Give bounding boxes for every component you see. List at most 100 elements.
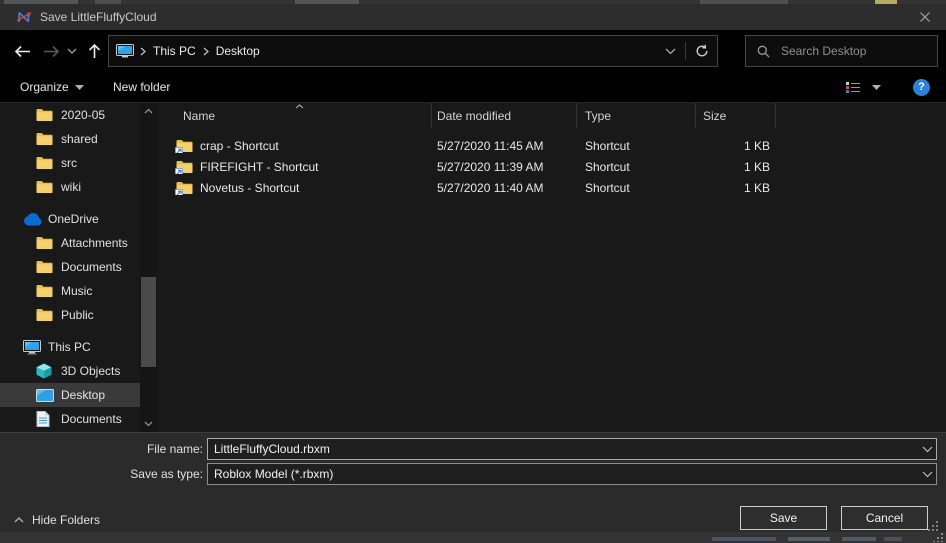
new-folder-button[interactable]: New folder [113, 72, 170, 102]
breadcrumb-desktop[interactable]: Desktop [209, 44, 267, 58]
save-as-type-label: Save as type: [13, 463, 203, 485]
help-button[interactable]: ? [913, 72, 930, 102]
new-folder-label: New folder [113, 80, 170, 94]
file-name-input[interactable] [207, 438, 937, 460]
scrollbar-thumb[interactable] [141, 277, 156, 367]
column-header-label: Date modified [437, 109, 511, 123]
shortcut-arrow-badge [175, 147, 183, 153]
column-header-size[interactable]: Size [696, 103, 776, 128]
search-icon [757, 45, 770, 58]
file-row-crap-shortcut[interactable]: crap - Shortcut 5/27/2020 11:45 AM Short… [160, 135, 776, 156]
hide-folders-label: Hide Folders [32, 513, 100, 527]
details-view-icon[interactable] [845, 72, 861, 102]
organize-button[interactable]: Organize [20, 72, 84, 102]
sidebar-item-documents[interactable]: Documents [0, 407, 141, 431]
combo-chevron-icon[interactable] [922, 446, 933, 453]
refresh-icon[interactable] [695, 44, 709, 58]
computer-icon [116, 44, 134, 58]
background-window-fragment [884, 537, 902, 541]
sidebar-item-label: OneDrive [48, 212, 99, 226]
save-button-label: Save [770, 511, 797, 525]
sidebar-scrollbar[interactable] [140, 103, 157, 432]
resize-grip-icon [933, 533, 944, 542]
column-header-label: Type [585, 109, 611, 123]
column-header-row: Name Date modified Type Size [160, 103, 777, 128]
sidebar-item-label: 2020-05 [61, 108, 105, 122]
file-size: 1 KB [696, 160, 776, 174]
close-button[interactable] [904, 4, 946, 30]
scroll-up-icon[interactable] [144, 108, 153, 114]
command-toolbar: Organize New folder ? [0, 72, 946, 103]
cancel-button-label: Cancel [866, 511, 903, 525]
footer: File name: Save as type: Roblox Model (*… [0, 432, 946, 532]
folder-icon [36, 180, 56, 194]
sidebar-item-onedrive[interactable]: OneDrive [0, 207, 141, 231]
search-box[interactable] [745, 35, 938, 67]
view-dropdown-icon[interactable] [872, 72, 881, 102]
folder-icon [36, 132, 56, 146]
sidebar-item-music[interactable]: Music [0, 279, 141, 303]
sidebar-item-wiki[interactable]: wiki [0, 175, 141, 199]
sidebar-item-src[interactable]: src [0, 151, 141, 175]
sidebar-item-label: Attachments [61, 236, 128, 250]
3d-objects-icon [36, 363, 56, 379]
search-input[interactable] [779, 43, 933, 59]
breadcrumb-this-pc[interactable]: This PC [146, 44, 203, 58]
sidebar-item-label: shared [61, 132, 98, 146]
save-dialog: Save LittleFluffyCloud [0, 4, 946, 532]
address-bar[interactable]: This PC Desktop [108, 35, 718, 67]
resize-grip-icon[interactable] [925, 519, 939, 533]
column-header-date-modified[interactable]: Date modified [432, 103, 577, 128]
hide-folders-chevron-icon [14, 517, 24, 523]
sidebar-item-2020-05[interactable]: 2020-05 [0, 103, 141, 127]
sidebar-item-label: Public [61, 308, 94, 322]
recent-locations-chevron-icon[interactable] [64, 30, 80, 72]
combo-chevron-icon[interactable] [922, 471, 933, 478]
column-header-label: Size [703, 109, 726, 123]
cancel-button[interactable]: Cancel [841, 506, 928, 530]
shortcut-icon [176, 181, 193, 195]
sidebar-item-public[interactable]: Public [0, 303, 141, 327]
file-name: crap - Shortcut [200, 139, 279, 153]
main-area: 2020-05 shared src wiki OneDrive Attachm… [0, 103, 946, 432]
up-button[interactable] [82, 30, 106, 72]
file-type: Shortcut [577, 139, 696, 153]
file-row-novetus-shortcut[interactable]: Novetus - Shortcut 5/27/2020 11:40 AM Sh… [160, 177, 776, 198]
save-as-type-select[interactable]: Roblox Model (*.rbxm) [207, 463, 937, 485]
address-dropdown-icon[interactable] [665, 48, 676, 55]
sidebar-item-label: Music [61, 284, 92, 298]
save-button[interactable]: Save [740, 506, 827, 530]
sidebar-item-attachments[interactable]: Attachments [0, 231, 141, 255]
folder-icon [36, 236, 56, 250]
file-type: Shortcut [577, 181, 696, 195]
hide-folders-button[interactable]: Hide Folders [14, 513, 100, 527]
sidebar-item-label: This PC [48, 340, 91, 354]
sidebar-item-documents[interactable]: Documents [0, 255, 141, 279]
file-size: 1 KB [696, 181, 776, 195]
folder-icon [36, 260, 56, 274]
forward-button[interactable] [38, 30, 64, 72]
file-rows: crap - Shortcut 5/27/2020 11:45 AM Short… [160, 135, 776, 198]
novetus-logo-icon [16, 9, 32, 25]
scroll-down-icon[interactable] [144, 421, 153, 427]
shortcut-icon [176, 160, 193, 174]
sidebar-item-label: src [61, 156, 77, 170]
navigation-pane: 2020-05 shared src wiki OneDrive Attachm… [0, 103, 160, 432]
sidebar-item-desktop[interactable]: Desktop [0, 383, 141, 407]
sidebar-item-shared[interactable]: shared [0, 127, 141, 151]
sidebar-item-label: Documents [61, 412, 122, 426]
divider [685, 42, 686, 60]
file-row-firefight-shortcut[interactable]: FIREFIGHT - Shortcut 5/27/2020 11:39 AM … [160, 156, 776, 177]
sidebar-item-3d-objects[interactable]: 3D Objects [0, 359, 141, 383]
back-button[interactable] [8, 30, 36, 72]
file-size: 1 KB [696, 139, 776, 153]
organize-label: Organize [20, 80, 69, 94]
file-type: Shortcut [577, 160, 696, 174]
column-header-type[interactable]: Type [577, 103, 696, 128]
documents-icon [36, 411, 56, 427]
this-pc-icon [23, 340, 43, 355]
desktop-icon [36, 389, 56, 402]
sidebar-item-this-pc[interactable]: This PC [0, 335, 141, 359]
shortcut-icon [176, 139, 193, 153]
background-window-fragment [712, 537, 776, 541]
